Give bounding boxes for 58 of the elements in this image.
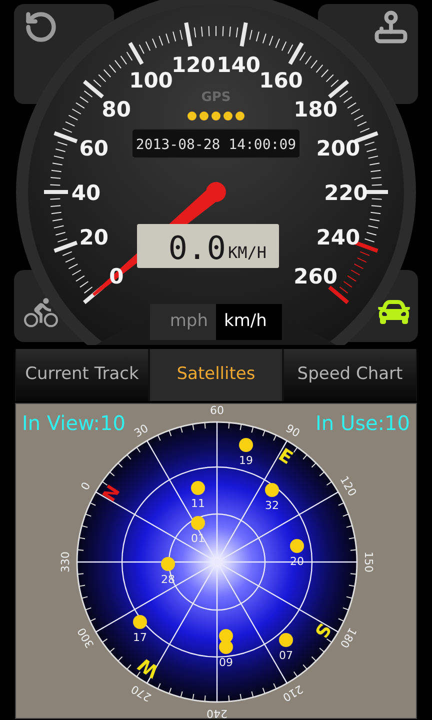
dial-label: 260 bbox=[294, 264, 338, 289]
bearing-label: 60 bbox=[210, 404, 224, 417]
dial-label: 160 bbox=[259, 68, 303, 92]
speed-unit: KM/H bbox=[228, 243, 267, 262]
refresh-icon bbox=[24, 10, 58, 44]
tab[interactable]: Satellites bbox=[149, 349, 283, 401]
satellite-dot bbox=[290, 539, 304, 553]
speed-reading: 0.0 bbox=[168, 229, 226, 267]
bearing-label: 210 bbox=[280, 682, 306, 704]
joystick-icon bbox=[372, 8, 410, 46]
satellite-number: 07 bbox=[279, 649, 293, 662]
satellite-dot bbox=[191, 516, 205, 530]
compass-letter: E bbox=[274, 444, 296, 469]
dial-label: 100 bbox=[129, 68, 173, 92]
dial-label: 200 bbox=[316, 136, 360, 161]
satellite-dot bbox=[239, 438, 253, 452]
dial-label: 120 bbox=[172, 52, 216, 77]
bearing-label: 90 bbox=[283, 422, 302, 440]
satellite-dot bbox=[133, 615, 147, 629]
dial-label: 40 bbox=[71, 181, 101, 205]
unit-toggle[interactable]: km/h bbox=[216, 304, 282, 340]
satellite-number: 09 bbox=[219, 656, 233, 669]
joystick-button[interactable] bbox=[372, 8, 410, 46]
gps-signal-icon bbox=[188, 112, 244, 120]
bearing-label: 240 bbox=[206, 707, 228, 720]
tab[interactable]: Current Track bbox=[15, 349, 149, 401]
unit-toggle[interactable]: mph bbox=[150, 304, 216, 340]
dial-label: 20 bbox=[79, 225, 108, 250]
bearing-label: 150 bbox=[362, 552, 375, 572]
dial-label: 220 bbox=[324, 181, 368, 205]
satellite-number: 32 bbox=[265, 499, 279, 512]
compass-letter: N bbox=[98, 482, 125, 506]
dial-label: 240 bbox=[316, 225, 360, 250]
in-view-count: In View:10 bbox=[22, 410, 126, 437]
satellite-number: 19 bbox=[239, 454, 253, 467]
satellite-dot bbox=[265, 483, 279, 497]
in-use-count: In Use:10 bbox=[316, 410, 410, 437]
compass-letter: W bbox=[134, 653, 163, 682]
dial-label: 60 bbox=[79, 136, 108, 161]
bearing-label: 0 bbox=[78, 480, 94, 493]
bearing-label: 30 bbox=[132, 422, 151, 440]
tab[interactable]: Speed Chart bbox=[283, 349, 417, 401]
satellite-number: 11 bbox=[191, 497, 205, 510]
satellite-dot bbox=[161, 557, 175, 571]
satellite-number: 17 bbox=[133, 631, 147, 644]
satellite-number: 01 bbox=[191, 532, 205, 545]
vehicle-mode-button[interactable] bbox=[24, 296, 58, 330]
dial-label: 80 bbox=[102, 97, 132, 122]
bearing-label: 270 bbox=[128, 682, 154, 704]
dial-label: 180 bbox=[294, 97, 338, 122]
bearing-label: 330 bbox=[59, 552, 72, 572]
dial-label: 140 bbox=[216, 52, 260, 77]
compass-letter: S bbox=[310, 619, 335, 642]
satellite-dot bbox=[279, 633, 293, 647]
satellite-dot bbox=[191, 481, 205, 495]
refresh-button[interactable] bbox=[24, 10, 58, 44]
date-time: 2013-08-28 14:00:09 bbox=[136, 137, 296, 153]
satellite-dot-pair bbox=[219, 629, 233, 654]
